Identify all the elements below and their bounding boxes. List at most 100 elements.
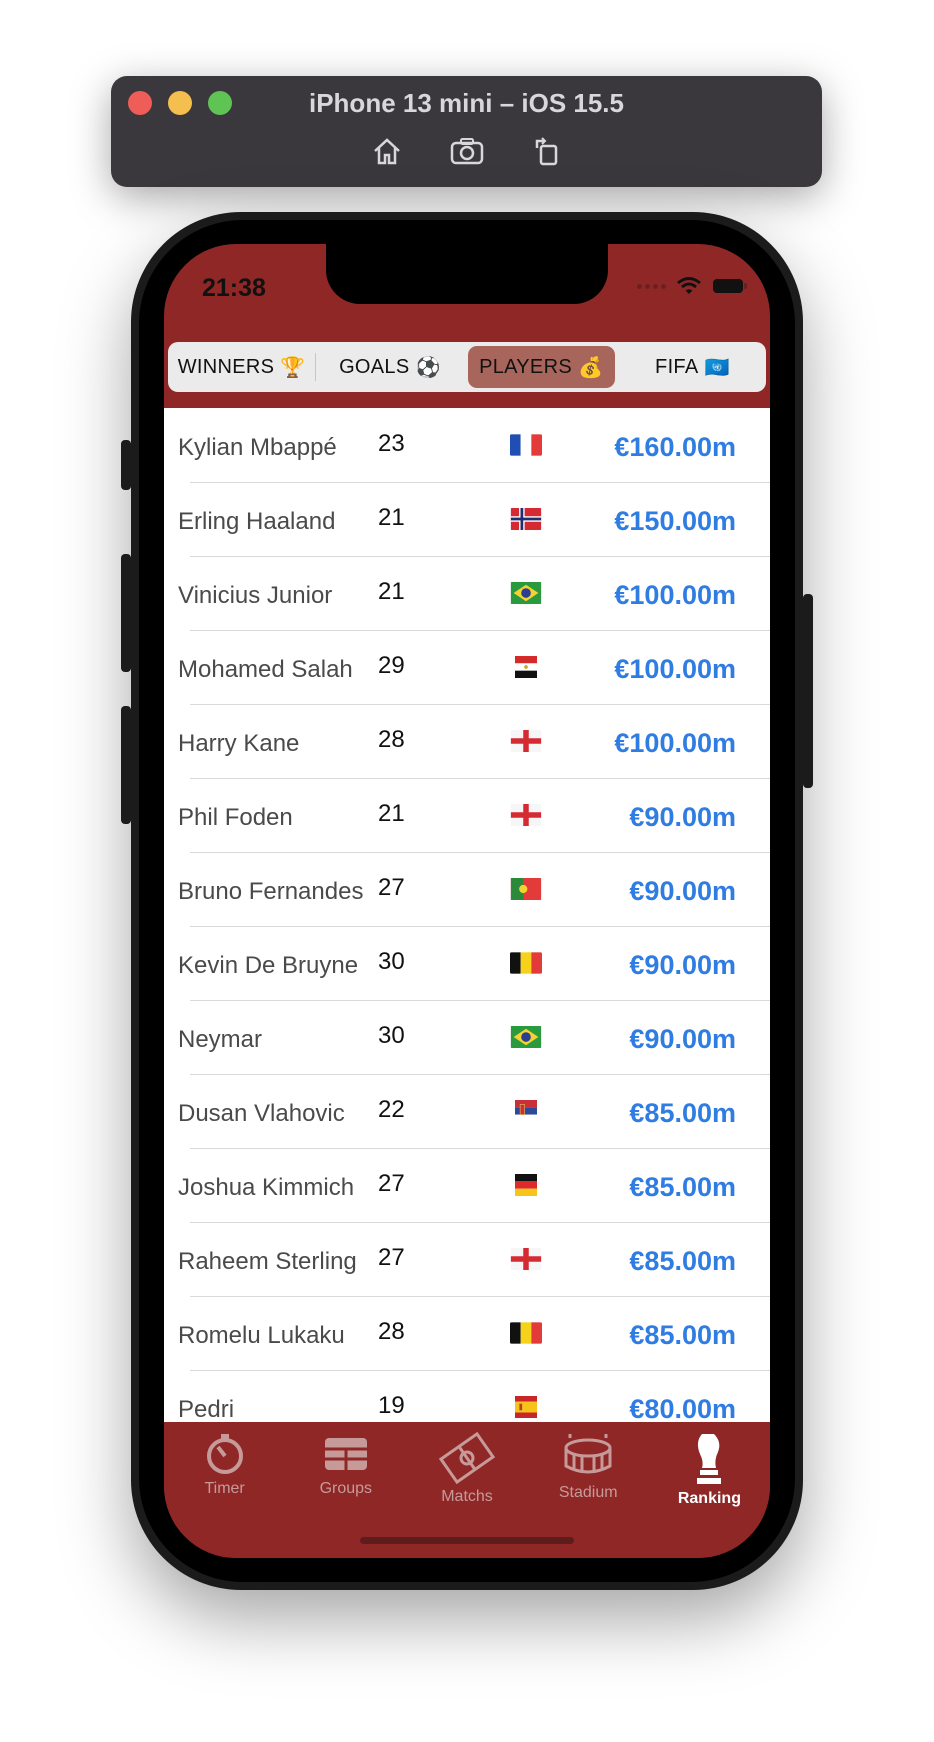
table-row[interactable]: Raheem Sterling 27 €85.00m xyxy=(164,1222,770,1297)
tab-label: Timer xyxy=(204,1480,245,1497)
segment-label: GOALS xyxy=(339,355,410,378)
mute-switch xyxy=(121,440,131,490)
table-row[interactable]: Kevin De Bruyne 30 €90.00m xyxy=(164,926,770,1001)
belgium-flag-icon xyxy=(510,952,542,974)
market-value: €160.00m xyxy=(614,432,736,462)
grid-icon xyxy=(324,1438,367,1470)
table-row[interactable]: Vinicius Junior 21 €100.00m xyxy=(164,556,770,631)
player-age: 23 xyxy=(378,430,405,457)
market-value: €85.00m xyxy=(629,1320,736,1350)
power-button xyxy=(803,594,813,788)
player-name: Kylian Mbappé xyxy=(178,434,337,461)
player-age: 27 xyxy=(378,874,405,901)
germany-flag-icon xyxy=(510,1174,542,1196)
player-age: 29 xyxy=(378,652,405,679)
player-value-list[interactable]: Kylian Mbappé 23 €160.00m Erling Haaland 21 €… xyxy=(164,408,770,1422)
tab-ranking[interactable]: Ranking xyxy=(649,1422,770,1558)
market-value: €100.00m xyxy=(614,654,736,684)
table-row[interactable]: Dusan Vlahovic 22 €85.00m xyxy=(164,1074,770,1149)
market-value: €90.00m xyxy=(629,802,736,832)
table-row[interactable]: Phil Foden 21 €90.00m xyxy=(164,778,770,853)
market-value: €90.00m xyxy=(629,1024,736,1054)
wifi-icon xyxy=(677,277,701,294)
england-flag-icon xyxy=(510,730,542,752)
brazil-flag-icon xyxy=(510,1026,542,1048)
player-age: 27 xyxy=(378,1170,405,1197)
table-row[interactable]: Joshua Kimmich 27 €85.00m xyxy=(164,1148,770,1223)
battery-icon xyxy=(713,279,747,293)
table-row[interactable]: Bruno Fernandes 27 €90.00m xyxy=(164,852,770,927)
tab-timer[interactable]: Timer xyxy=(164,1422,285,1558)
player-name: Bruno Fernandes xyxy=(178,878,364,905)
player-name: Harry Kane xyxy=(178,730,300,757)
france-flag-icon xyxy=(510,434,542,456)
app-screen: 21:38 WINNERS 🏆 GOALS ⚽ PLAYERS 💰 FIFA 🇺… xyxy=(164,244,770,1558)
stopwatch-icon xyxy=(206,1434,243,1474)
player-age: 21 xyxy=(378,578,405,605)
segment-label: FIFA xyxy=(655,355,699,378)
table-row[interactable]: Erling Haaland 21 €150.00m xyxy=(164,482,770,557)
player-name: Romelu Lukaku xyxy=(178,1322,345,1349)
market-value: €150.00m xyxy=(614,506,736,536)
volume-down-button xyxy=(121,706,131,824)
simulator-title: iPhone 13 mini – iOS 15.5 xyxy=(308,88,624,118)
segment-label: WINNERS xyxy=(177,355,275,378)
player-age: 27 xyxy=(378,1244,405,1271)
segment-winners[interactable]: WINNERS 🏆 xyxy=(168,346,315,388)
norway-flag-icon xyxy=(510,508,542,530)
screenshot-icon[interactable] xyxy=(449,134,485,168)
england-flag-icon xyxy=(510,1248,542,1270)
player-name: Erling Haaland xyxy=(178,508,336,535)
player-name: Phil Foden xyxy=(178,804,293,831)
table-row[interactable]: Pedri 19 €80.00m xyxy=(164,1370,770,1422)
player-age: 28 xyxy=(378,726,405,753)
market-value: €90.00m xyxy=(629,876,736,906)
player-age: 21 xyxy=(378,800,405,827)
market-value: €80.00m xyxy=(629,1394,736,1422)
player-age: 28 xyxy=(378,1318,405,1345)
tab-label: Groups xyxy=(319,1480,373,1497)
tab-label: Stadium xyxy=(558,1484,618,1501)
segment-label: PLAYERS xyxy=(479,355,572,378)
player-age: 22 xyxy=(378,1096,405,1123)
table-row[interactable]: Romelu Lukaku 28 €85.00m xyxy=(164,1296,770,1371)
table-row[interactable]: Kylian Mbappé 23 €160.00m xyxy=(164,408,770,483)
england-flag-icon xyxy=(510,804,542,826)
rotate-icon[interactable] xyxy=(529,134,565,168)
player-name: Mohamed Salah xyxy=(178,656,353,683)
table-row[interactable]: Harry Kane 28 €100.00m xyxy=(164,704,770,779)
player-name: Vinicius Junior xyxy=(178,582,333,609)
ranking-segmented-control: WINNERS 🏆 GOALS ⚽ PLAYERS 💰 FIFA 🇺🇳 xyxy=(168,342,766,392)
cellular-signal-icon xyxy=(637,283,666,289)
volume-up-button xyxy=(121,554,131,672)
tab-label: Matchs xyxy=(441,1488,493,1505)
table-row[interactable]: Mohamed Salah 29 €100.00m xyxy=(164,630,770,705)
segment-fifa[interactable]: FIFA 🇺🇳 xyxy=(619,346,766,388)
money-bag-icon: 💰 xyxy=(577,356,604,379)
player-name: Neymar xyxy=(178,1026,263,1053)
portugal-flag-icon xyxy=(510,878,542,900)
home-icon[interactable] xyxy=(369,134,405,168)
player-age: 19 xyxy=(378,1392,405,1419)
un-flag-icon: 🇺🇳 xyxy=(704,356,730,379)
simulator-toolbar xyxy=(111,134,822,168)
table-row[interactable]: Neymar 30 €90.00m xyxy=(164,1000,770,1075)
belgium-flag-icon xyxy=(510,1322,542,1344)
home-indicator[interactable] xyxy=(360,1537,574,1544)
tab-label: Ranking xyxy=(677,1490,741,1507)
segment-players[interactable]: PLAYERS 💰 xyxy=(467,346,615,388)
stadium-icon xyxy=(564,1434,612,1474)
market-value: €85.00m xyxy=(629,1098,736,1128)
brazil-flag-icon xyxy=(510,582,542,604)
player-name: Kevin De Bruyne xyxy=(178,952,359,979)
segment-goals[interactable]: GOALS ⚽ xyxy=(316,346,463,388)
player-age: 30 xyxy=(378,948,405,975)
player-name: Pedri xyxy=(178,1396,235,1422)
spain-flag-icon xyxy=(510,1396,542,1418)
trophy-icon: 🏆 xyxy=(280,356,306,379)
market-value: €100.00m xyxy=(614,728,736,758)
market-value: €90.00m xyxy=(629,950,736,980)
market-value: €85.00m xyxy=(629,1246,736,1276)
soccer-ball-icon: ⚽ xyxy=(415,356,441,379)
status-time: 21:38 xyxy=(202,274,266,302)
